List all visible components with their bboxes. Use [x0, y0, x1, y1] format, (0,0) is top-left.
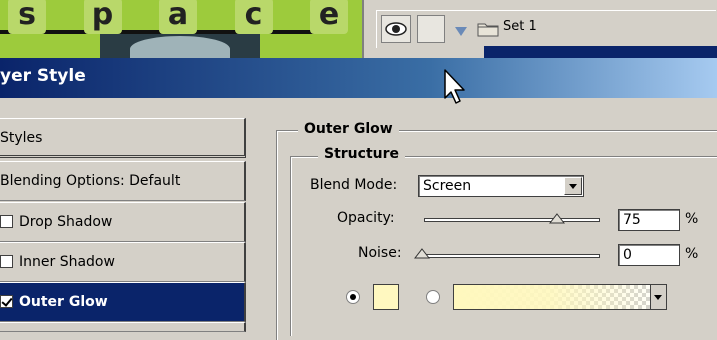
glow-color-swatch[interactable]	[373, 284, 399, 310]
artwork-photo	[100, 30, 260, 58]
outer-glow-checkbox[interactable]	[0, 295, 13, 308]
artwork-letter: a	[159, 0, 197, 34]
styles-header[interactable]: Styles	[0, 118, 246, 158]
noise-slider-thumb[interactable]	[414, 248, 430, 260]
layers-panel: Set 1	[362, 0, 717, 58]
selected-layer-strip	[484, 46, 717, 58]
outer-glow-label: Outer Glow	[19, 294, 108, 310]
artwork-letters: s p a c e	[8, 0, 348, 34]
noise-slider-track[interactable]	[420, 254, 600, 258]
dialog-title: yer Style	[0, 66, 86, 86]
drop-shadow-label: Drop Shadow	[19, 214, 113, 230]
inner-shadow-label: Inner Shadow	[19, 254, 115, 270]
opacity-input[interactable]: 75	[618, 209, 680, 231]
dialog-title-bar[interactable]: yer Style	[0, 58, 717, 98]
link-toggle[interactable]	[417, 15, 445, 43]
noise-percent: %	[685, 246, 699, 262]
blend-mode-value: Screen	[423, 178, 472, 194]
layer-row-set-1[interactable]: Set 1	[376, 10, 716, 48]
eye-icon	[385, 22, 407, 36]
blend-mode-select[interactable]: Screen	[418, 175, 584, 197]
visibility-toggle[interactable]	[381, 15, 411, 43]
styles-label: Styles	[0, 130, 43, 146]
inner-shadow-checkbox[interactable]	[0, 255, 13, 268]
layer-set-name: Set 1	[503, 19, 537, 34]
gradient-radio[interactable]	[426, 290, 440, 304]
blending-options-item[interactable]: Blending Options: Default	[0, 161, 246, 201]
noise-value: 0	[623, 247, 632, 263]
styles-list: Styles Blending Options: Default Drop Sh…	[0, 118, 246, 332]
noise-label: Noise:	[358, 245, 402, 261]
blend-mode-label: Blend Mode:	[310, 177, 398, 193]
style-item-drop-shadow[interactable]: Drop Shadow	[0, 202, 246, 242]
triangle-icon[interactable]	[455, 27, 467, 36]
blend-mode-dropdown-button[interactable]	[564, 177, 582, 195]
noise-input[interactable]: 0	[618, 244, 680, 266]
opacity-slider-thumb[interactable]	[549, 213, 565, 225]
gradient-dropdown-button[interactable]	[650, 285, 666, 309]
glow-gradient-picker[interactable]	[453, 284, 667, 310]
canvas-artwork: s p a c e	[0, 0, 362, 58]
chevron-down-icon	[654, 295, 662, 300]
solid-color-radio[interactable]	[346, 290, 360, 304]
artwork-letter: p	[83, 0, 122, 34]
artwork-letter: e	[310, 0, 348, 34]
artwork-letter: c	[234, 0, 273, 34]
opacity-percent: %	[685, 211, 699, 227]
opacity-slider-track[interactable]	[424, 218, 600, 222]
structure-title: Structure	[318, 146, 406, 162]
drop-shadow-checkbox[interactable]	[0, 215, 13, 228]
style-item-next[interactable]	[0, 322, 246, 332]
style-item-outer-glow[interactable]: Outer Glow	[0, 282, 246, 322]
style-item-inner-shadow[interactable]: Inner Shadow	[0, 242, 246, 282]
folder-icon	[477, 23, 499, 37]
opacity-value: 75	[623, 212, 641, 228]
artwork-letter: s	[8, 0, 46, 34]
opacity-label: Opacity:	[337, 210, 395, 226]
chevron-down-icon	[569, 184, 577, 189]
mouse-cursor-icon	[444, 69, 465, 104]
outer-glow-title: Outer Glow	[298, 121, 399, 137]
blending-options-label: Blending Options: Default	[0, 173, 181, 189]
